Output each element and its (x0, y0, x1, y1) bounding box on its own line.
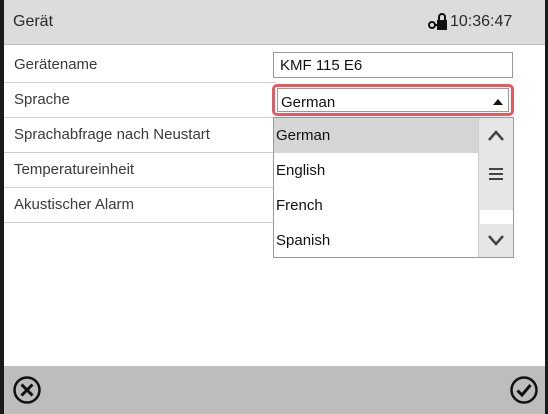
dropdown-scrollbar[interactable] (478, 118, 513, 257)
lock-key-icon (428, 13, 447, 30)
option-label: German (276, 127, 331, 144)
header-bar: Gerät 10:36:47 (4, 0, 545, 45)
menu-lines-icon[interactable] (479, 164, 513, 184)
device-name-value: KMF 115 E6 (280, 57, 363, 74)
check-circle-icon[interactable] (509, 375, 539, 405)
language-select-value: German (281, 94, 336, 111)
row-label: Sprache (14, 91, 70, 108)
option-label: French (276, 197, 323, 214)
language-select[interactable]: German (272, 84, 514, 116)
row-acoustic-alarm[interactable]: Akustischer Alarm (4, 188, 276, 223)
chevron-up-icon[interactable] (479, 120, 513, 150)
row-device-name: Gerätename (4, 48, 276, 83)
row-label: Akustischer Alarm (14, 196, 135, 213)
row-temperature-unit[interactable]: Temperatureinheit (4, 153, 276, 188)
row-label: Temperatureinheit (14, 161, 135, 178)
row-label: Gerätename (14, 56, 98, 73)
language-dropdown-list: German English French Spanish (273, 117, 514, 258)
option-english[interactable]: English (274, 153, 479, 188)
row-label: Sprachabfrage nach Neustart (14, 126, 210, 143)
option-spanish[interactable]: Spanish (274, 223, 479, 258)
option-french[interactable]: French (274, 188, 479, 223)
option-label: Spanish (276, 232, 331, 249)
footer-bar (4, 366, 545, 414)
option-label: English (276, 162, 326, 179)
clock: 10:36:47 (450, 13, 513, 30)
chevron-down-icon[interactable] (479, 225, 513, 255)
page-title: Gerät (13, 13, 54, 30)
scroll-track-segment (480, 210, 513, 224)
caret-up-icon (493, 99, 503, 105)
device-name-field[interactable]: KMF 115 E6 (273, 52, 513, 78)
close-circle-icon[interactable] (12, 375, 42, 405)
option-german[interactable]: German (274, 118, 479, 153)
row-language: Sprache (4, 83, 276, 118)
row-language-prompt[interactable]: Sprachabfrage nach Neustart (4, 118, 276, 153)
device-settings-screen: Gerät 10:36:47 Gerätename Sprache Sprach… (0, 0, 548, 414)
